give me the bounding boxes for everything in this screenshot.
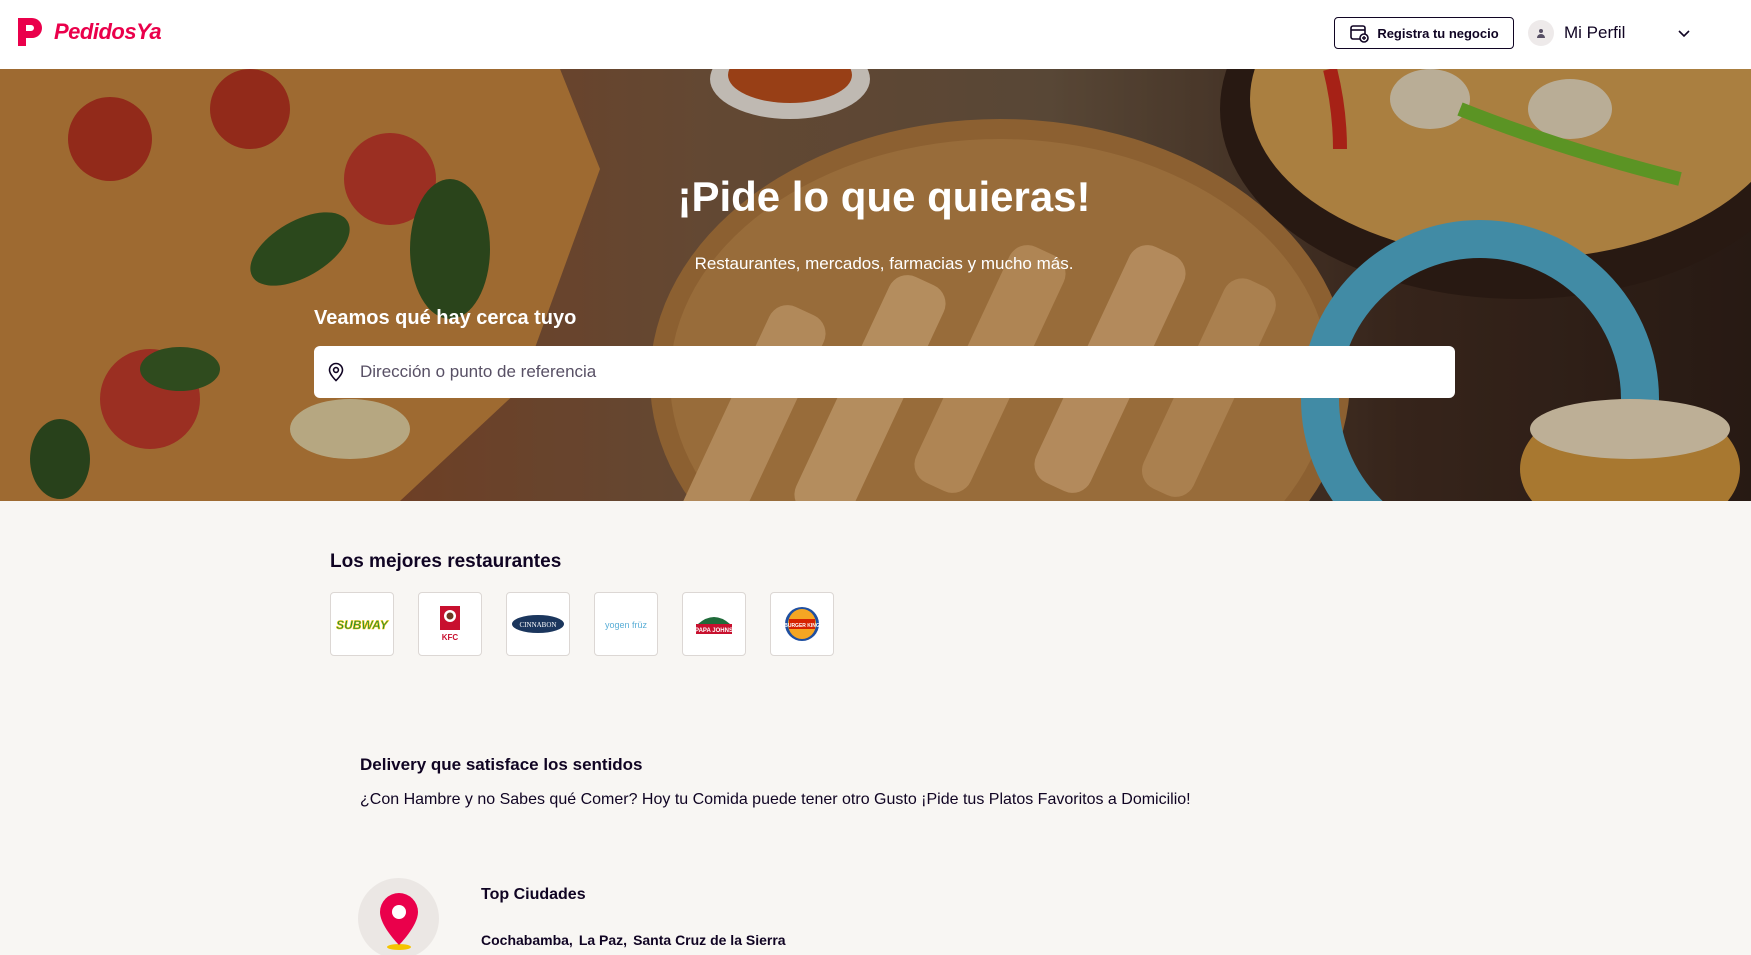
city-link-cochabamba[interactable]: Cochabamba (481, 932, 569, 948)
hero-overlay (0, 69, 1751, 501)
register-business-label: Registra tu negocio (1377, 25, 1499, 41)
papa-johns-logo: PAPA JOHNS (695, 617, 733, 634)
restaurant-kfc[interactable]: KFC (418, 592, 482, 656)
hero-subtitle: Restaurantes, mercados, farmacias y much… (694, 254, 1074, 273)
delivery-description: ¿Con Hambre y no Sabes qué Comer? Hoy tu… (360, 791, 1191, 808)
restaurant-papa-johns[interactable]: PAPA JOHNS (682, 592, 746, 656)
delivery-title: Delivery que satisface los sentidos (360, 755, 643, 774)
hero-banner: ¡Pide lo que quieras! Restaurantes, merc… (0, 69, 1751, 501)
pedidosya-logo-icon (18, 18, 42, 46)
hero-title: ¡Pide lo que quieras! (677, 173, 1091, 220)
address-search-input[interactable] (360, 362, 1440, 382)
avatar (1528, 20, 1554, 46)
subway-logo: SUBWAY (336, 618, 389, 633)
restaurant-subway[interactable]: SUBWAY (330, 592, 394, 656)
svg-text:BURGER KING: BURGER KING (784, 623, 820, 629)
register-business-button[interactable]: Registra tu negocio (1334, 17, 1514, 49)
top-header: PedidosYa Registra tu negocio Mi Perfil (0, 0, 1751, 69)
map-pin-icon (379, 892, 418, 950)
store-icon (1350, 25, 1370, 43)
brand-name: PedidosYa (54, 19, 162, 44)
restaurant-cinnabon[interactable]: CINNABON (506, 592, 570, 656)
burger-king-logo: BURGER KING (784, 607, 820, 641)
profile-label: Mi Perfil (1564, 23, 1626, 42)
city-separator: , (623, 932, 628, 948)
user-icon (1537, 29, 1545, 38)
best-restaurants-title: Los mejores restaurantes (330, 551, 562, 572)
top-cities-icon-circle (358, 878, 439, 955)
svg-text:PAPA JOHNS: PAPA JOHNS (695, 628, 733, 634)
yogen-fruz-logo: yogen früz (605, 620, 648, 630)
restaurant-logos-row: SUBWAY KFC CINNABON yogen früz PAPA JOHN… (330, 592, 834, 656)
restaurant-burger-king[interactable]: BURGER KING (770, 592, 834, 656)
city-separator: , (568, 932, 573, 948)
cinnabon-logo: CINNABON (512, 615, 564, 633)
profile-menu[interactable]: Mi Perfil (1528, 17, 1698, 49)
svg-text:yogen früz: yogen früz (605, 620, 648, 630)
svg-text:KFC: KFC (442, 633, 459, 642)
chevron-down-icon[interactable] (1676, 25, 1692, 41)
nearby-label: Veamos qué hay cerca tuyo (314, 307, 577, 329)
kfc-logo: KFC (440, 606, 460, 642)
location-pin-icon (328, 362, 344, 382)
pedidosya-logo[interactable]: PedidosYa (12, 14, 162, 50)
city-link-la-paz[interactable]: La Paz (579, 932, 623, 948)
top-cities-list: Cochabamba, La Paz, Santa Cruz de la Sie… (481, 932, 786, 948)
city-link-santa-cruz[interactable]: Santa Cruz de la Sierra (633, 932, 786, 948)
restaurant-yogen-fruz[interactable]: yogen früz (594, 592, 658, 656)
top-cities-title: Top Ciudades (481, 886, 586, 903)
svg-text:CINNABON: CINNABON (520, 621, 557, 629)
address-search-box[interactable] (314, 346, 1455, 398)
svg-text:SUBWAY: SUBWAY (336, 618, 389, 632)
